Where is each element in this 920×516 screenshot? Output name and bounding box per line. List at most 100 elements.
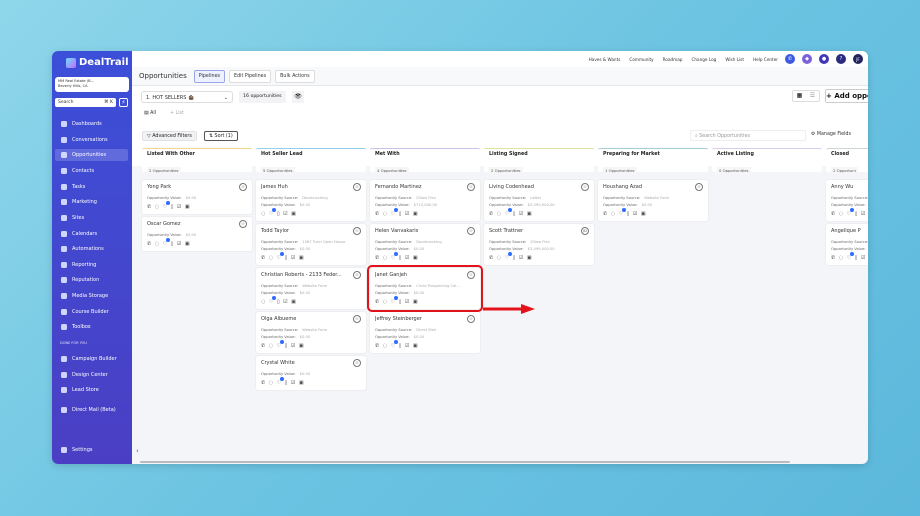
view-all[interactable]: ▤ All: [144, 111, 156, 116]
calendar-icon[interactable]: ▣: [291, 299, 296, 305]
phone-icon[interactable]: ✆: [489, 255, 493, 261]
opportunity-card[interactable]: Oscar Gomez ⚇ Opportunity Value: $0.00 ✆ ◌ ♡ ▯ ☑…: [142, 217, 252, 251]
chat-icon[interactable]: ◌: [611, 211, 615, 217]
user-icon[interactable]: ⚇: [695, 183, 703, 191]
task-icon[interactable]: ☑: [405, 299, 409, 305]
sidebar-item-direct-mail-beta-[interactable]: Direct Mail (Beta): [55, 404, 128, 416]
chat-icon[interactable]: ◌: [269, 343, 273, 349]
phone-icon[interactable]: ✆: [375, 211, 379, 217]
tag-icon[interactable]: ♡: [505, 208, 512, 217]
opportunity-card[interactable]: Olga Albueme ⚇ Opportunity Source: Website …: [256, 312, 366, 353]
tab-bulk-actions[interactable]: Bulk Actions: [275, 69, 315, 83]
sidebar-item-reputation[interactable]: Reputation: [55, 274, 128, 286]
task-icon[interactable]: ☑: [291, 380, 295, 386]
sidebar-item-lead-store[interactable]: Lead Store: [55, 384, 128, 396]
calendar-icon[interactable]: ▣: [413, 343, 418, 349]
card-name[interactable]: Scott Trattner: [489, 228, 577, 237]
sidebar-item-campaign-builder[interactable]: Campaign Builder: [55, 353, 128, 365]
sidebar-item-media-storage[interactable]: Media Storage: [55, 290, 128, 302]
document-icon[interactable]: ▯: [513, 255, 516, 261]
tag-icon[interactable]: ♡: [619, 208, 626, 217]
top-link-roadmap[interactable]: Roadmap: [663, 57, 683, 62]
task-icon[interactable]: ☑: [291, 343, 295, 349]
add-list-button[interactable]: + List: [170, 111, 184, 116]
phone-icon[interactable]: ✆: [603, 211, 607, 217]
task-icon[interactable]: ☑: [283, 299, 287, 305]
opportunity-card[interactable]: Scott Trattner JD Opportunity Source: Zillo…: [484, 224, 594, 265]
sidebar-item-course-builder[interactable]: Course Builder: [55, 306, 128, 318]
top-link-wish-list[interactable]: Wish List: [725, 57, 744, 62]
document-icon[interactable]: ▯: [277, 211, 280, 217]
phone-icon[interactable]: ✆: [375, 299, 379, 305]
manage-fields-button[interactable]: ⚙ Manage Fields: [811, 132, 851, 137]
card-name[interactable]: Janet Ganjeh: [375, 272, 463, 281]
tag-icon[interactable]: ♡: [277, 252, 284, 261]
tag-icon[interactable]: ♡: [391, 340, 398, 349]
calendar-icon[interactable]: ▣: [413, 255, 418, 261]
user-icon[interactable]: ⚇: [581, 183, 589, 191]
tag-icon[interactable]: ♡: [391, 208, 398, 217]
task-icon[interactable]: ☑: [291, 255, 295, 261]
document-icon[interactable]: ▯: [399, 299, 402, 305]
opportunity-card[interactable]: Houshang Azad ⚇ Opportunity Source: Website…: [598, 180, 708, 221]
phone-icon[interactable]: ✆: [489, 211, 493, 217]
document-icon[interactable]: ▯: [285, 343, 288, 349]
document-icon[interactable]: ▯: [399, 211, 402, 217]
user-icon[interactable]: ⚇: [353, 359, 361, 367]
chat-icon[interactable]: ◌: [261, 299, 265, 305]
tag-icon[interactable]: ♡: [277, 377, 284, 386]
document-icon[interactable]: ▯: [513, 211, 516, 217]
chat-icon[interactable]: ◌: [269, 255, 273, 261]
sidebar-search[interactable]: Search ⌘ K: [55, 98, 116, 107]
task-icon[interactable]: ☑: [519, 211, 523, 217]
phone-icon[interactable]: ✆: [375, 255, 379, 261]
quick-action-icon[interactable]: ⚡: [119, 98, 128, 107]
chat-icon[interactable]: ◌: [383, 299, 387, 305]
phone-icon[interactable]: ✆: [375, 343, 379, 349]
eye-icon[interactable]: 👁: [292, 91, 304, 103]
tag-icon[interactable]: ♡: [163, 201, 170, 210]
opportunity-card[interactable]: Angelique P⚇Opportunity Source:Opportuni…: [826, 224, 868, 265]
tag-icon[interactable]: ♡: [269, 296, 276, 305]
sidebar-item-tasks[interactable]: Tasks: [55, 181, 128, 193]
view-toggle[interactable]: ▦ ☰: [792, 90, 820, 102]
top-link-haves-wants[interactable]: Haves & Wants: [589, 57, 621, 62]
tag-icon[interactable]: ♡: [505, 252, 512, 261]
card-name[interactable]: Anny Wu: [831, 184, 868, 193]
advanced-filters-button[interactable]: ▽ Advanced Filters: [142, 131, 197, 141]
tab-pipelines[interactable]: Pipelines: [193, 69, 226, 83]
sidebar-item-dashboards[interactable]: Dashboards: [55, 118, 128, 130]
card-name[interactable]: Christian Roberts - 2133 Feder...: [261, 272, 349, 281]
tag-icon[interactable]: ♡: [847, 208, 854, 217]
assignee-avatar[interactable]: JD: [581, 227, 589, 235]
user-icon[interactable]: ⚇: [239, 183, 247, 191]
opportunity-card[interactable]: Living Codenhead ⚇ Opportunity Source: Lett…: [484, 180, 594, 221]
card-name[interactable]: Todd Taylor: [261, 228, 349, 237]
opportunity-card[interactable]: Christian Roberts - 2133 Feder... ⚇ Opport…: [256, 268, 366, 309]
account-switcher[interactable]: MM Real Estate (B... Beverly Hills, CA: [55, 77, 129, 92]
chat-icon[interactable]: ◌: [839, 255, 843, 261]
chat-icon[interactable]: ◌: [269, 380, 273, 386]
opportunity-card[interactable]: Helen Vanvakaris ⚇ Opportunity Source: Door…: [370, 224, 480, 265]
top-link-community[interactable]: Community: [629, 57, 653, 62]
phone-icon[interactable]: ✆: [147, 241, 151, 247]
card-name[interactable]: Oscar Gomez: [147, 221, 235, 230]
sidebar-item-design-center[interactable]: Design Center: [55, 369, 128, 381]
sidebar-item-contacts[interactable]: Contacts: [55, 165, 128, 177]
sidebar-item-marketing[interactable]: Marketing: [55, 196, 128, 208]
tab-edit-pipelines[interactable]: Edit Pipelines: [229, 69, 272, 83]
task-icon[interactable]: ☑: [861, 255, 865, 261]
add-opportunity-button[interactable]: + Add opportunity: [825, 89, 868, 103]
task-icon[interactable]: ☑: [861, 211, 865, 217]
task-icon[interactable]: ☑: [177, 204, 181, 210]
document-icon[interactable]: ▯: [285, 255, 288, 261]
task-icon[interactable]: ☑: [405, 343, 409, 349]
chat-icon[interactable]: ◌: [497, 211, 501, 217]
card-name[interactable]: Olga Albueme: [261, 316, 349, 325]
document-icon[interactable]: ▯: [627, 211, 630, 217]
chat-icon[interactable]: ◌: [155, 204, 159, 210]
opportunity-card[interactable]: Anny Wu⚇Opportunity Source:Opportunity V…: [826, 180, 868, 221]
task-icon[interactable]: ☑: [405, 255, 409, 261]
top-link-change-log[interactable]: Change Log: [691, 57, 716, 62]
user-icon[interactable]: ⚇: [239, 220, 247, 228]
